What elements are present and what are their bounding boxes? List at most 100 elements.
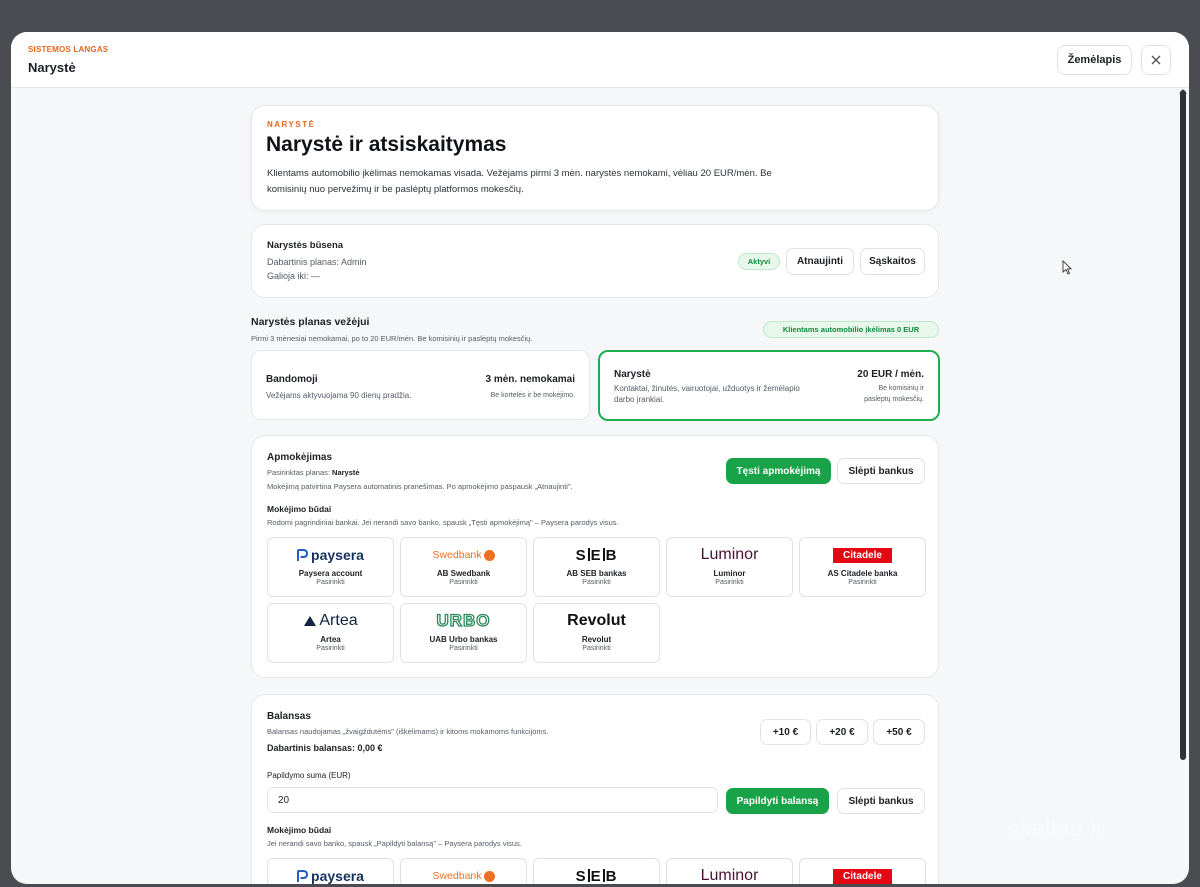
member-plan-name: Narystė: [614, 369, 651, 380]
quick-add-10-button[interactable]: +10 €: [760, 719, 811, 745]
quick-add-50-button[interactable]: +50 €: [873, 719, 925, 745]
seb-logo-icon: SEB: [575, 867, 618, 885]
status-title: Narystės būsena: [267, 240, 344, 251]
bank-name: Artea: [320, 635, 341, 644]
trial-plan-name: Bandomoji: [266, 374, 318, 385]
balance-hide-banks-button[interactable]: Slėpti bankus: [837, 788, 925, 814]
payment-card: Apmokėjimas Pasirinktas planas: Narystė …: [251, 435, 939, 678]
balance-bank-tile[interactable]: Citadele: [799, 858, 926, 884]
trial-plan-note: Be kortelės ir be mokėjimo.: [490, 392, 575, 399]
amount-label: Papildymo suma (EUR): [267, 771, 351, 780]
member-plan-price: 20 EUR / mėn.: [857, 369, 924, 380]
bank-logo: paysera: [268, 865, 393, 884]
close-icon: [1151, 55, 1161, 65]
quick-add-20-button[interactable]: +20 €: [816, 719, 868, 745]
balance-methods-hint: Jei nerandi savo banko, spausk „Papildyt…: [267, 839, 522, 848]
balance-bank-tile[interactable]: Luminor: [666, 858, 793, 884]
plan-card-membership[interactable]: Narystė 20 EUR / mėn. Kontaktai, žinutės…: [598, 350, 940, 421]
payment-bank-tile[interactable]: paysera Paysera account Pasirinkti: [267, 537, 394, 597]
member-plan-note-line2: paslėptų mokesčių.: [864, 396, 924, 403]
urbo-logo-icon: URBO: [436, 610, 491, 630]
bank-name: AB Swedbank: [436, 569, 491, 578]
bank-grid: paysera Paysera account Pasirinkti Swedbank…: [267, 537, 927, 665]
bank-select-label: Pasirinkti: [316, 645, 345, 652]
bank-logo: Swedbank: [401, 544, 526, 566]
bank-select-label: Pasirinkti: [715, 579, 744, 586]
payment-bank-tile[interactable]: Citadele AS Citadele banka Pasirinkti: [799, 537, 926, 597]
system-label: SISTEMOS LANGAS: [28, 45, 109, 54]
payment-bank-tile[interactable]: Revolut Revolut Pasirinkti: [533, 603, 660, 663]
plan-card-trial[interactable]: Bandomoji 3 mėn. nemokamai Vežėjams akty…: [251, 350, 590, 420]
bank-logo: URBO: [401, 610, 526, 632]
bank-name: Revolut: [581, 635, 612, 644]
plans-title: Narystės planas vežėjui: [251, 316, 370, 328]
artea-logo-icon: Artea: [303, 612, 358, 630]
bank-select-label: Pasirinkti: [449, 645, 478, 652]
bank-logo: SEB: [534, 544, 659, 566]
payment-bank-tile[interactable]: Swedbank AB Swedbank Pasirinkti: [400, 537, 527, 597]
invoices-button[interactable]: Sąskaitos: [860, 248, 925, 275]
balance-methods-title: Mokėjimo būdai: [267, 825, 332, 835]
bank-logo: Citadele: [800, 865, 925, 884]
topup-balance-button[interactable]: Papildyti balansą: [726, 788, 829, 814]
scrollbar-thumb[interactable]: [1180, 90, 1186, 760]
luminor-logo-icon: Luminor: [700, 867, 759, 884]
membership-modal: SISTEMOS LANGAS Narystė Žemėlapis NARYST…: [11, 32, 1189, 884]
member-plan-note-line1: Be komisinių ir: [878, 385, 924, 392]
payment-bank-tile[interactable]: URBO UAB Urbo bankas Pasirinkti: [400, 603, 527, 663]
bank-logo: Luminor: [667, 865, 792, 884]
modal-content: NARYSTĖ Narystė ir atsiskaitymas Klienta…: [251, 88, 941, 884]
swedbank-logo-icon: Swedbank: [432, 870, 495, 882]
payment-methods-hint: Rodomi pagrindiniai bankai. Jei nerandi …: [267, 518, 619, 527]
payment-info: Mokėjimą patvirtina Paysera automatinis …: [267, 482, 573, 491]
membership-status-card: Narystės būsena Dabartinis planas: Admin…: [251, 224, 939, 298]
paysera-logo-icon: paysera: [297, 868, 364, 884]
paysera-logo-text: paysera: [311, 868, 364, 884]
payment-bank-tile[interactable]: S E B AB SEB bankas Pasirinkti: [533, 537, 660, 597]
modal-header: SISTEMOS LANGAS Narystė Žemėlapis: [11, 32, 1189, 88]
plans-subtitle: Pirmi 3 mėnesiai nemokamai, po to 20 EUR…: [251, 334, 533, 343]
hero-description-line1: Klientams automobilio įkėlimas nemokamas…: [267, 168, 772, 179]
bank-select-label: Pasirinkti: [316, 579, 345, 586]
bank-name: Paysera account: [298, 569, 363, 578]
seb-logo-icon: SEB: [575, 546, 618, 564]
continue-payment-button[interactable]: Tęsti apmokėjimą: [726, 458, 831, 484]
bank-logo: Citadele: [800, 544, 925, 566]
trial-plan-price: 3 mėn. nemokamai: [485, 374, 575, 385]
payment-title: Apmokėjimas: [267, 452, 333, 463]
citadele-logo-icon: Citadele: [833, 868, 892, 884]
luminor-logo-icon: Luminor: [700, 546, 759, 563]
bank-logo: Revolut: [534, 610, 659, 632]
refresh-button[interactable]: Atnaujinti: [786, 248, 854, 275]
map-button[interactable]: Žemėlapis: [1057, 45, 1132, 75]
bank-select-label: Pasirinkti: [449, 579, 478, 586]
balance-bank-tile[interactable]: paysera: [267, 858, 394, 884]
hide-banks-button[interactable]: Slėpti bankus: [837, 458, 925, 484]
bank-name: AB SEB bankas: [566, 569, 627, 578]
paysera-logo-text: paysera: [311, 547, 364, 563]
payment-bank-tile[interactable]: Luminor Luminor Pasirinkti: [666, 537, 793, 597]
bank-name: AS Citadele banka: [827, 569, 898, 578]
amount-input[interactable]: 20: [267, 787, 718, 813]
balance-bank-tile[interactable]: SEB: [533, 858, 660, 884]
balance-description: Balansas naudojamas „žvaigždutėms" (iškė…: [267, 727, 549, 736]
payment-methods-title: Mokėjimo būdai: [267, 504, 332, 514]
revolut-logo-icon: Revolut: [567, 612, 626, 629]
balance-bank-grid: paysera Swedbank S E B Luminor Citadele: [267, 858, 927, 884]
bank-name: UAB Urbo bankas: [429, 635, 498, 644]
cursor-icon: [1062, 260, 1072, 275]
swedbank-logo-icon: Swedbank: [432, 549, 495, 561]
balance-card: Balansas Balansas naudojamas „žvaigždutė…: [251, 694, 939, 884]
modal-title: Narystė: [28, 60, 76, 75]
close-button[interactable]: [1141, 45, 1171, 75]
bank-name: Luminor: [713, 569, 746, 578]
member-plan-description-line1: Kontaktai, žinutės, vairuotojai, užduoty…: [614, 384, 800, 393]
bank-select-label: Pasirinkti: [848, 579, 877, 586]
free-upload-badge: Klientams automobilio įkėlimas 0 EUR: [763, 321, 939, 338]
payment-bank-tile[interactable]: Artea Artea Pasirinkti: [267, 603, 394, 663]
bank-logo: SEB: [534, 865, 659, 885]
hero-card: NARYSTĖ Narystė ir atsiskaitymas Klienta…: [251, 105, 939, 211]
bank-logo: Swedbank: [401, 865, 526, 884]
selected-plan-value: Narystė: [332, 468, 360, 477]
balance-bank-tile[interactable]: Swedbank: [400, 858, 527, 884]
